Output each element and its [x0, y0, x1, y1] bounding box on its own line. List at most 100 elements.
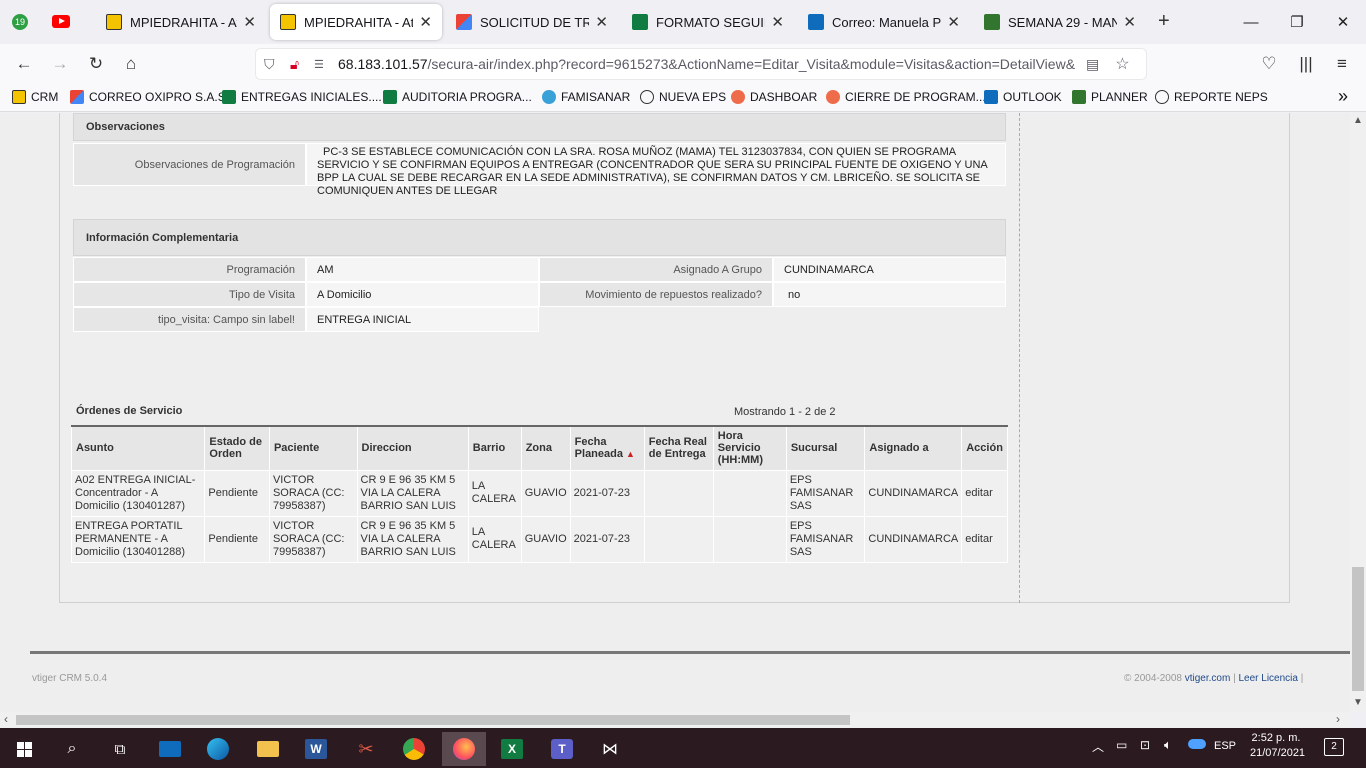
- network-icon[interactable]: ⊡: [1140, 738, 1150, 752]
- restore-button[interactable]: ❐: [1274, 0, 1320, 44]
- chrome-icon[interactable]: [394, 732, 434, 766]
- col-hora-servicio[interactable]: Hora Servicio (HH:MM): [712, 425, 787, 471]
- excel-icon[interactable]: X: [492, 732, 532, 766]
- scroll-up-icon[interactable]: ▲: [1353, 115, 1363, 126]
- tab-solicitud[interactable]: SOLICITUD DE TRAMITE ✕: [446, 4, 618, 40]
- reader-view-icon[interactable]: ▤: [1086, 56, 1099, 73]
- edit-link[interactable]: editar: [961, 469, 1008, 517]
- close-icon[interactable]: ✕: [419, 13, 432, 31]
- close-icon[interactable]: ✕: [243, 13, 256, 31]
- sort-asc-icon[interactable]: ▲: [626, 449, 635, 459]
- tab-formato[interactable]: FORMATO SEGUIMIENTO ✕: [622, 4, 794, 40]
- close-icon[interactable]: ✕: [595, 13, 608, 31]
- vtiger-link[interactable]: vtiger.com: [1185, 673, 1231, 684]
- tab-count-badge[interactable]: 19: [12, 14, 28, 30]
- bookmark-star-icon[interactable]: ☆: [1115, 54, 1129, 74]
- bookmark-correo-oxipro[interactable]: CORREO OXIPRO S.A.S: [70, 90, 226, 104]
- app-icon[interactable]: ⋈: [590, 732, 630, 766]
- pocket-icon[interactable]: ♡: [1257, 52, 1281, 76]
- cell-fecha-real: [643, 515, 714, 563]
- scroll-thumb[interactable]: [16, 715, 850, 725]
- close-icon[interactable]: ✕: [947, 13, 960, 31]
- col-estado[interactable]: Estado de Orden: [204, 425, 270, 471]
- cell-estado: Pendiente: [204, 469, 270, 517]
- license-link[interactable]: Leer Licencia: [1238, 673, 1297, 684]
- col-sucursal[interactable]: Sucursal: [785, 425, 866, 471]
- bookmark-label: REPORTE NEPS: [1174, 90, 1268, 104]
- col-barrio[interactable]: Barrio: [467, 425, 522, 471]
- back-icon[interactable]: ←: [12, 52, 36, 76]
- edge-icon[interactable]: [198, 732, 238, 766]
- youtube-icon[interactable]: [52, 15, 70, 28]
- bookmark-nueva-eps[interactable]: NUEVA EPS: [640, 90, 726, 104]
- new-tab-button[interactable]: +: [1158, 10, 1170, 33]
- col-accion[interactable]: Acción: [961, 425, 1008, 471]
- home-icon[interactable]: ⌂: [119, 52, 143, 76]
- forward-icon[interactable]: →: [48, 52, 72, 76]
- bookmark-famisanar[interactable]: FAMISANAR: [542, 90, 630, 104]
- menu-icon[interactable]: ≡: [1330, 52, 1354, 76]
- scroll-left-icon[interactable]: ‹: [4, 712, 8, 726]
- shield-icon[interactable]: ⛉: [264, 56, 280, 73]
- col-fecha-planeada[interactable]: Fecha Planeada ▲: [569, 425, 645, 471]
- tab-mpiedrahita-1[interactable]: MPIEDRAHITA - Atención ✕: [96, 4, 266, 40]
- bookmark-reporte-neps[interactable]: REPORTE NEPS: [1155, 90, 1268, 104]
- tray-chevron-icon[interactable]: ︿: [1092, 738, 1104, 755]
- col-zona[interactable]: Zona: [520, 425, 571, 471]
- close-window-button[interactable]: ✕: [1320, 0, 1366, 44]
- teams-icon[interactable]: T: [542, 732, 582, 766]
- taskbar: ⌕ ⧉ W ✂ X T ⋈ ︿ ▭ ⊡ 🔈︎ ESP 2:52 p. m. 21…: [0, 728, 1366, 768]
- mail-icon[interactable]: [150, 732, 190, 766]
- bookmark-outlook[interactable]: OUTLOOK: [984, 90, 1062, 104]
- tab-mpiedrahita-2[interactable]: MPIEDRAHITA - Atención ✕: [270, 4, 442, 40]
- bookmark-auditoria[interactable]: AUDITORIA PROGRA...: [383, 90, 532, 104]
- scroll-down-icon[interactable]: ▼: [1353, 697, 1363, 708]
- bookmark-dashboar[interactable]: DASHBOAR: [731, 90, 817, 104]
- bookmark-planner[interactable]: PLANNER: [1072, 90, 1148, 104]
- col-direccion[interactable]: Direccion: [356, 425, 469, 471]
- tab-semana[interactable]: SEMANA 29 - MANUELA ✕: [974, 4, 1146, 40]
- close-icon[interactable]: ✕: [771, 13, 784, 31]
- orders-count: Mostrando 1 - 2 de 2: [734, 406, 836, 418]
- gmail-icon: [456, 14, 472, 30]
- minimize-button[interactable]: —: [1228, 0, 1274, 44]
- url-bar[interactable]: ⛉ 🔓︎ ☰ 68.183.101.57/secura-air/index.ph…: [256, 49, 1146, 79]
- file-explorer-icon[interactable]: [248, 732, 288, 766]
- col-asignado[interactable]: Asignado a: [864, 425, 963, 471]
- col-paciente[interactable]: Paciente: [268, 425, 358, 471]
- edit-link[interactable]: editar: [961, 515, 1008, 563]
- bookmarks-overflow-icon[interactable]: »: [1338, 86, 1348, 107]
- scroll-thumb[interactable]: [1352, 567, 1364, 691]
- outlook-icon: [984, 90, 998, 104]
- bookmark-cierre[interactable]: CIERRE DE PROGRAM...: [826, 90, 986, 104]
- col-fecha-real[interactable]: Fecha Real de Entrega: [643, 425, 714, 471]
- bookmark-label: DASHBOAR: [750, 90, 818, 104]
- onedrive-icon[interactable]: [1188, 739, 1206, 749]
- firefox-icon[interactable]: [442, 732, 486, 766]
- search-icon[interactable]: ⌕: [52, 732, 92, 766]
- table-row: A02 ENTREGA INICIAL- Concentrador - A Do…: [70, 469, 1008, 517]
- windows-start-icon[interactable]: [4, 732, 44, 766]
- permissions-icon[interactable]: ☰: [314, 58, 332, 71]
- close-icon[interactable]: ✕: [1123, 13, 1136, 31]
- language-indicator[interactable]: ESP: [1214, 740, 1236, 752]
- bookmark-entregas[interactable]: ENTREGAS INICIALES....: [222, 90, 382, 104]
- library-icon[interactable]: |||: [1294, 52, 1318, 76]
- battery-icon[interactable]: ▭: [1116, 738, 1127, 752]
- cell-zona: GUAVIO: [520, 515, 571, 563]
- cell-asignado: CUNDINAMARCA: [864, 515, 963, 563]
- reload-icon[interactable]: ↻: [84, 52, 108, 76]
- scroll-right-icon[interactable]: ›: [1336, 712, 1340, 726]
- bookmark-crm[interactable]: CRM: [12, 90, 58, 104]
- task-view-icon[interactable]: ⧉: [100, 732, 140, 766]
- insecure-lock-icon[interactable]: 🔓︎: [290, 56, 306, 73]
- notifications-icon[interactable]: 2: [1324, 738, 1344, 756]
- volume-icon[interactable]: 🔈︎: [1164, 737, 1172, 753]
- clock[interactable]: 2:52 p. m. 21/07/2021: [1250, 732, 1305, 759]
- word-icon[interactable]: W: [296, 732, 336, 766]
- col-asunto[interactable]: Asunto: [70, 425, 206, 471]
- vertical-scrollbar[interactable]: ▲ ▼: [1350, 113, 1366, 712]
- snipping-tool-icon[interactable]: ✂: [346, 732, 386, 766]
- tab-correo[interactable]: Correo: Manuela Piedrahita ✕: [798, 4, 970, 40]
- horizontal-scrollbar[interactable]: ‹ ›: [0, 712, 1350, 728]
